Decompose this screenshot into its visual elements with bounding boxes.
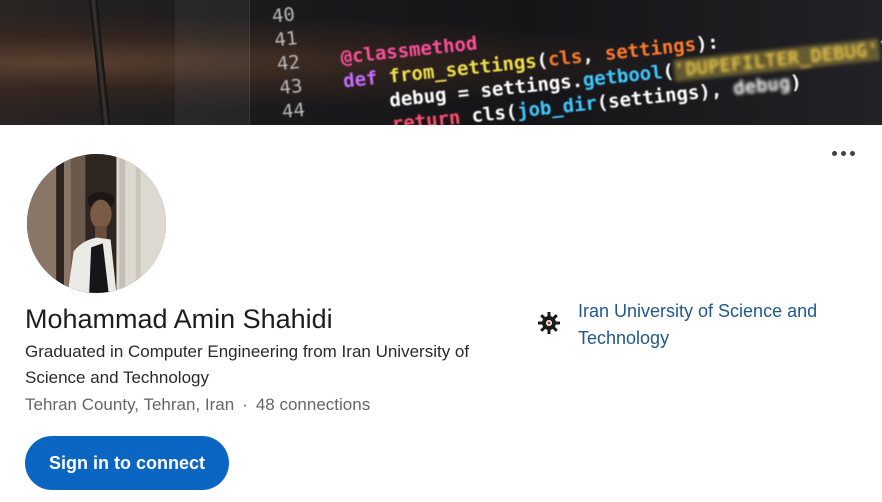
menu-dot [849,150,855,156]
meta-separator: · [242,395,248,414]
code-token: debug [732,71,792,100]
monitor-bezel [88,0,112,125]
menu-dot [840,150,846,156]
code-token: cls [470,101,507,125]
sign-in-to-connect-button[interactable]: Sign in to connect [25,436,229,490]
profile-name: Mohammad Amin Shahidi [25,304,333,334]
banner-code: 40 41 42 @classmethod 43 def from_settings… [200,0,882,125]
menu-dot [831,150,837,156]
connections-count: 48 connections [255,395,371,414]
profile-avatar[interactable] [25,152,168,295]
profile-headline: Graduated in Computer Engineering from I… [25,342,470,387]
iust-emblem-icon [538,312,560,334]
code-token: ): [694,31,720,56]
more-horizontal-icon[interactable] [826,142,860,164]
code-token: cls [546,45,584,71]
avatar-photo [27,154,166,293]
profile-meta: Tehran County, Tehran, Iran · 48 connectio… [25,393,370,417]
profile-location: Tehran County, Tehran, Iran [25,395,235,414]
profile-banner: 40 41 42 @classmethod 43 def from_settings… [0,0,882,125]
school-name: Iran University of Science and Technolog… [578,301,818,348]
education-link[interactable]: Iran University of Science and Technolog… [536,298,838,352]
code-token: ) [789,70,803,94]
code-token: , [581,43,607,68]
